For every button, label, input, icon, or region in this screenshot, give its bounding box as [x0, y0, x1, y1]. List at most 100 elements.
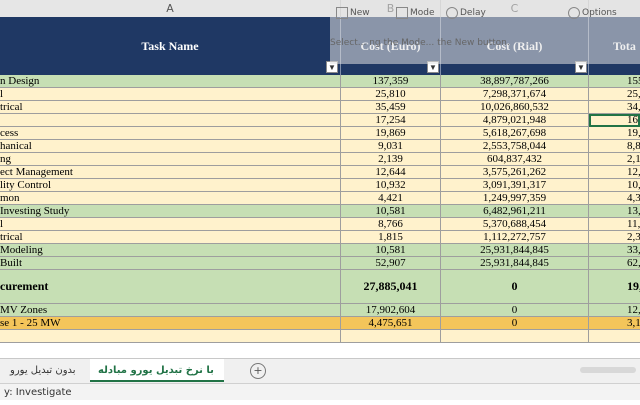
table-row: ect Management12,6443,575,261,26212,4 — [0, 166, 640, 179]
ribbon-description: Select... ng the Mode... the New button. — [330, 38, 510, 48]
cell-task[interactable] — [0, 330, 341, 343]
table-row: se 1 - 25 MW4,475,65103,132 — [0, 317, 640, 330]
cell-rial[interactable]: 0 — [441, 270, 589, 304]
cell-rial[interactable] — [441, 330, 589, 343]
cell-euro[interactable]: 19,869 — [341, 127, 441, 140]
cell-task[interactable]: trical — [0, 101, 341, 114]
cell-task[interactable]: l — [0, 218, 341, 231]
delay-button[interactable]: Delay — [446, 5, 486, 21]
cell-total[interactable]: 13,8 — [589, 205, 640, 218]
cell-total[interactable]: 155, — [589, 75, 640, 88]
cell-euro[interactable]: 12,644 — [341, 166, 441, 179]
cell-euro[interactable]: 4,475,651 — [341, 317, 441, 330]
sheet-tab-without-conversion[interactable]: بدون تبدیل یورو به — [2, 359, 88, 399]
cell-total[interactable]: 16,9 — [589, 114, 640, 127]
cell-rial[interactable]: 0 — [441, 317, 589, 330]
cell-total[interactable]: 10,7 — [589, 179, 640, 192]
cell-euro[interactable]: 17,254 — [341, 114, 441, 127]
cell-task[interactable]: l — [0, 88, 341, 101]
cell-rial[interactable]: 1,112,272,757 — [441, 231, 589, 244]
cell-euro[interactable]: 25,810 — [341, 88, 441, 101]
cell-total[interactable] — [589, 330, 640, 343]
cell-task[interactable] — [0, 114, 341, 127]
cell-task[interactable]: cess — [0, 127, 341, 140]
status-bar: y: Investigate — [0, 383, 640, 400]
cell-euro[interactable]: 8,766 — [341, 218, 441, 231]
column-header-a[interactable]: A — [0, 0, 341, 17]
cell-rial[interactable]: 5,370,688,454 — [441, 218, 589, 231]
cell-task[interactable]: lity Control — [0, 179, 341, 192]
cell-rial[interactable]: 1,249,997,359 — [441, 192, 589, 205]
cell-total[interactable]: 2,1 — [589, 153, 640, 166]
options-button[interactable]: Options — [568, 5, 617, 21]
cell-euro[interactable]: 10,581 — [341, 244, 441, 257]
cell-rial[interactable]: 0 — [441, 304, 589, 317]
cell-total[interactable]: 3,132 — [589, 317, 640, 330]
cell-total[interactable]: 11,5 — [589, 218, 640, 231]
cell-total[interactable]: 19,5 — [589, 127, 640, 140]
cell-task[interactable]: ect Management — [0, 166, 341, 179]
cell-task[interactable]: trical — [0, 231, 341, 244]
cell-total[interactable]: 2,3 — [589, 231, 640, 244]
cell-euro[interactable]: 9,031 — [341, 140, 441, 153]
cell-euro[interactable]: 10,932 — [341, 179, 441, 192]
cell-total[interactable]: 12,53 — [589, 304, 640, 317]
cell-total[interactable]: 62,9 — [589, 257, 640, 270]
options-label: Options — [582, 8, 617, 18]
cell-task[interactable]: Modeling — [0, 244, 341, 257]
cell-euro[interactable]: 10,581 — [341, 205, 441, 218]
cell-task[interactable]: ng — [0, 153, 341, 166]
cell-euro[interactable]: 52,907 — [341, 257, 441, 270]
horizontal-scrollbar[interactable] — [580, 367, 636, 373]
cell-rial[interactable]: 604,837,432 — [441, 153, 589, 166]
table-row: lity Control10,9323,091,391,31710,7 — [0, 179, 640, 192]
cell-task[interactable]: se 1 - 25 MW — [0, 317, 341, 330]
ribbon-overlay: New Mode Delay Options Select... ng the … — [330, 0, 640, 64]
add-sheet-icon[interactable]: + — [250, 363, 266, 379]
cell-rial[interactable]: 25,931,844,845 — [441, 257, 589, 270]
new-button[interactable]: New — [336, 5, 370, 21]
cell-task[interactable]: Investing Study — [0, 205, 341, 218]
sheet-tab-exchange-rate[interactable]: با نرخ تبدیل یورو مبادله ای — [90, 359, 224, 399]
cell-total[interactable]: 4,3 — [589, 192, 640, 205]
table-row: cess19,8695,618,267,69819,5 — [0, 127, 640, 140]
cell-rial[interactable]: 10,026,860,532 — [441, 101, 589, 114]
mode-button[interactable]: Mode — [396, 5, 435, 21]
cell-task[interactable]: mon — [0, 192, 341, 205]
cell-task[interactable]: curement — [0, 270, 341, 304]
cell-total[interactable]: 33,3 — [589, 244, 640, 257]
table-row: Investing Study10,5816,482,961,21113,8 — [0, 205, 640, 218]
table-row: hanical 9,031 2,553,758,044 8,8 — [0, 140, 640, 153]
cell-rial[interactable]: 4,879,021,948 — [441, 114, 589, 127]
cell-euro[interactable]: 4,421 — [341, 192, 441, 205]
status-text: y: Investigate — [4, 387, 72, 398]
cell-rial[interactable]: 2,553,758,044 — [441, 140, 589, 153]
cell-euro[interactable]: 35,459 — [341, 101, 441, 114]
cell-rial[interactable]: 6,482,961,211 — [441, 205, 589, 218]
cell-euro[interactable]: 137,359 — [341, 75, 441, 88]
cell-euro[interactable]: 27,885,041 — [341, 270, 441, 304]
cell-task[interactable]: MV Zones — [0, 304, 341, 317]
new-icon — [336, 6, 348, 19]
cell-total[interactable]: 12,4 — [589, 166, 640, 179]
cell-total[interactable]: 25,5 — [589, 88, 640, 101]
cell-rial[interactable]: 38,897,787,266 — [441, 75, 589, 88]
header-task-name: Task Name — [0, 17, 341, 75]
cell-task[interactable]: n Design — [0, 75, 341, 88]
cell-total[interactable]: 19,519 — [589, 270, 640, 304]
cell-euro[interactable] — [341, 330, 441, 343]
cell-total[interactable]: 8,8 — [589, 140, 640, 153]
cell-rial[interactable]: 5,618,267,698 — [441, 127, 589, 140]
cell-euro[interactable]: 1,815 — [341, 231, 441, 244]
cell-task[interactable]: hanical — [0, 140, 341, 153]
cell-rial[interactable]: 25,931,844,845 — [441, 244, 589, 257]
table-row: ng 2,139 604,837,432 2,1 — [0, 153, 640, 166]
cell-euro[interactable]: 2,139 — [341, 153, 441, 166]
cell-total[interactable]: 34,8 — [589, 101, 640, 114]
cell-rial[interactable]: 7,298,371,674 — [441, 88, 589, 101]
cell-task[interactable]: Built — [0, 257, 341, 270]
cell-rial[interactable]: 3,575,261,262 — [441, 166, 589, 179]
cell-rial[interactable]: 3,091,391,317 — [441, 179, 589, 192]
sheet-tab-bar: بدون تبدیل یورو به با نرخ تبدیل یورو مبا… — [0, 358, 640, 399]
cell-euro[interactable]: 17,902,604 — [341, 304, 441, 317]
